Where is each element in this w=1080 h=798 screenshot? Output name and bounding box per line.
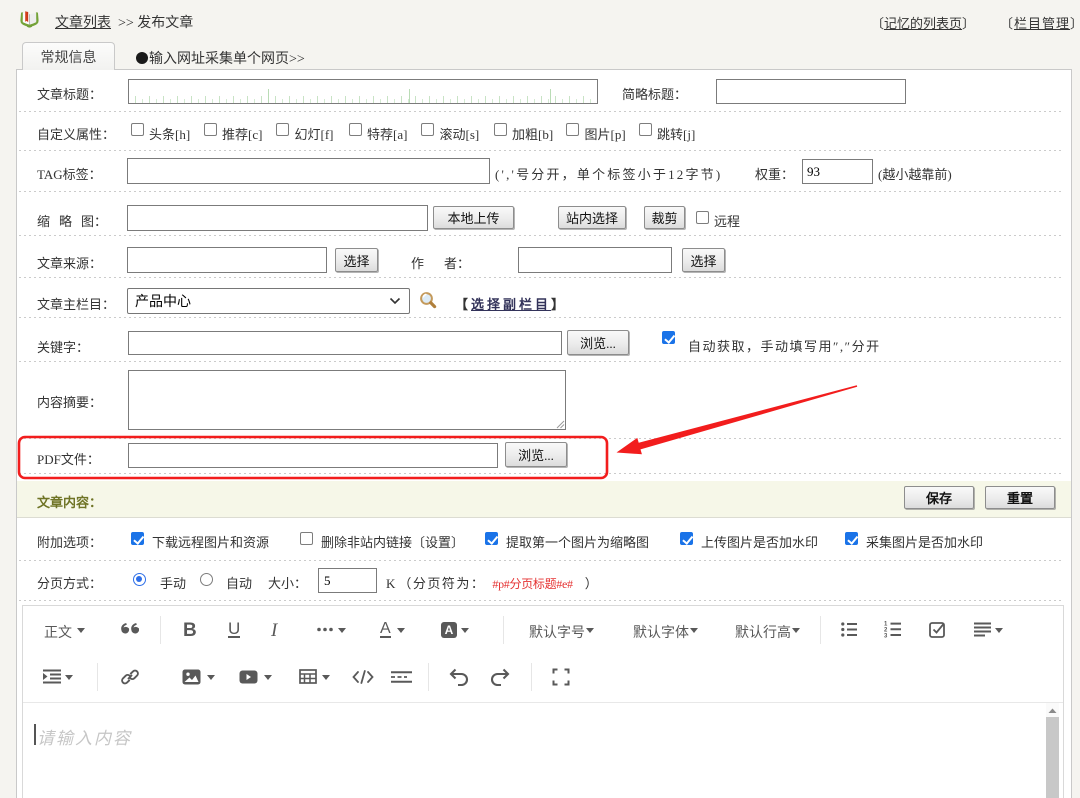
svg-text:3: 3 bbox=[884, 634, 888, 639]
